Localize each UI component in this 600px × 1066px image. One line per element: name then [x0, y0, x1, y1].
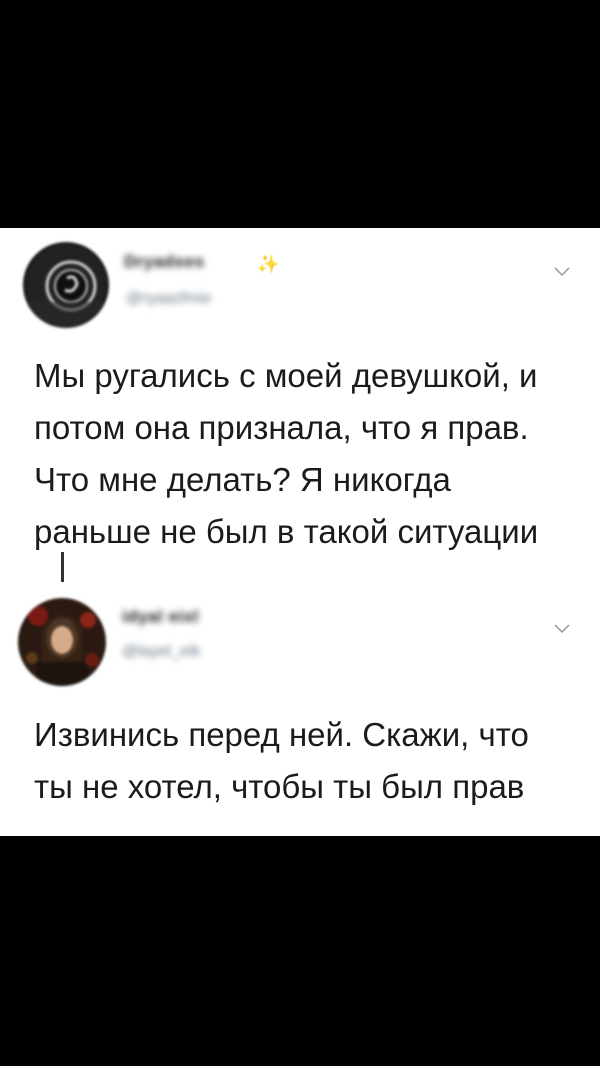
- display-name[interactable]: idyal eixl: [122, 607, 199, 627]
- display-name[interactable]: Dryadxes: [124, 252, 205, 272]
- tweet-text: Извинись перед ней. Скажи, что ты не хот…: [34, 716, 529, 805]
- chevron-down-icon[interactable]: [553, 266, 571, 278]
- tweet-thread-card: Dryadxes ✨ @ryaazfmie Мы ругались с моей…: [0, 228, 600, 836]
- user-handle[interactable]: @layel_eik: [122, 643, 201, 661]
- avatar[interactable]: [18, 598, 106, 686]
- avatar-image: [23, 242, 109, 328]
- tweet-text: Мы ругались с моей девушкой, и потом она…: [34, 357, 539, 550]
- tweet-reply[interactable]: idyal eixl @layel_eik Извинись перед ней…: [0, 583, 600, 836]
- user-handle[interactable]: @ryaazfmie: [126, 290, 212, 308]
- thread-connector-line: [61, 552, 64, 582]
- avatar-image: [18, 598, 106, 686]
- sparkle-icon: ✨: [257, 254, 280, 274]
- avatar[interactable]: [23, 242, 109, 328]
- tweet-original[interactable]: Dryadxes ✨ @ryaazfmie Мы ругались с моей…: [0, 228, 600, 558]
- chevron-down-icon[interactable]: [553, 623, 571, 635]
